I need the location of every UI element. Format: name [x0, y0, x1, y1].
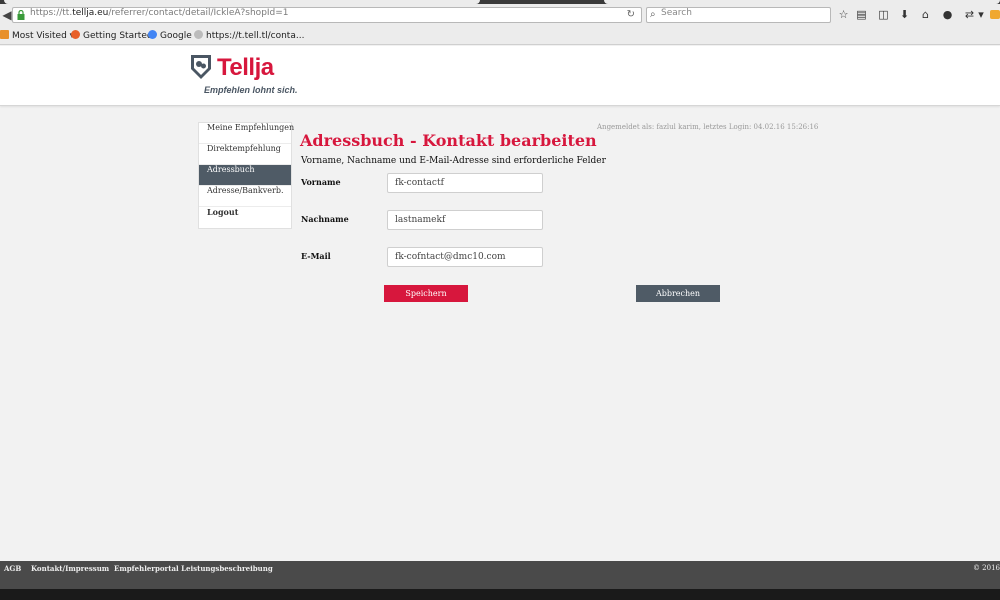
search-input[interactable]: ⌕ Search [646, 7, 831, 23]
sidebar-item-adresse-bankverb[interactable]: Adresse/Bankverb. [199, 186, 291, 207]
bookmark-tell-link[interactable]: https://t.tell.tl/conta... [194, 30, 304, 42]
site-header: Tellja Empfehlen lohnt sich. [0, 46, 1000, 106]
logo-tagline: Empfehlen lohnt sich. [204, 85, 298, 95]
sidebar-item-adressbuch[interactable]: Adressbuch [199, 165, 291, 186]
address-bar[interactable]: https://tt.tellja.eu/referrer/contact/de… [12, 7, 642, 23]
tab-strip [0, 0, 1000, 4]
firstname-field[interactable] [387, 173, 543, 193]
firefox-icon [71, 30, 80, 39]
lock-icon [17, 10, 25, 20]
search-placeholder: Search [661, 8, 692, 18]
site-footer: AGB Kontakt/Impressum Empfehlerportal Le… [0, 561, 1000, 589]
email-label: E-Mail [301, 251, 331, 261]
footer-link-kontakt[interactable]: Kontakt/Impressum [31, 564, 109, 573]
page-title: Adressbuch - Kontakt bearbeiten [300, 131, 597, 150]
download-icon[interactable]: ⬇ [898, 8, 911, 21]
sidebar-nav: Meine Empfehlungen Direktempfehlung Adre… [198, 122, 294, 229]
sidebar-item-logout[interactable]: Logout [199, 207, 291, 228]
firstname-label: Vorname [301, 177, 341, 187]
pocket-icon[interactable]: ◫ [877, 8, 890, 21]
cancel-button[interactable]: Abbrechen [636, 285, 720, 302]
copyright: © 2016 [972, 564, 1000, 572]
bookmark-label: Getting Started [83, 31, 153, 41]
star-icon [0, 30, 9, 39]
bookmark-label: https://t.tell.tl/conta... [206, 31, 305, 41]
reading-list-icon[interactable]: ▤ [855, 8, 868, 21]
sidebar-item-direktempfehlung[interactable]: Direktempfehlung [199, 144, 291, 165]
globe-icon [194, 30, 203, 39]
search-icon: ⌕ [650, 9, 656, 20]
bookmark-label: Google [160, 31, 192, 41]
chevron-down-icon[interactable]: ▾ [977, 8, 985, 21]
tellja-logo[interactable]: Tellja Empfehlen lohnt sich. [189, 54, 299, 98]
lastname-label: Nachname [301, 214, 349, 224]
google-icon [148, 30, 157, 39]
bookmark-google[interactable]: Google [148, 30, 192, 42]
url-text: https://tt.tellja.eu/referrer/contact/de… [30, 8, 289, 18]
bookmark-getting-started[interactable]: Getting Started [71, 30, 153, 42]
sidebar-item-meine-empfehlungen[interactable]: Meine Empfehlungen [199, 123, 294, 144]
feed-icon[interactable] [990, 10, 1000, 19]
lastname-field[interactable] [387, 210, 543, 230]
reload-icon[interactable]: ↻ [627, 8, 635, 22]
login-status: Angemeldet als: fazlul karim, letztes Lo… [597, 123, 819, 131]
bookmark-label: Most Visited [12, 31, 67, 41]
bookmarks-bar: Most Visited ▾ Getting Started Google ht… [0, 28, 1000, 44]
browser-chrome: ◀ https://tt.tellja.eu/referrer/contact/… [0, 0, 1000, 45]
window-bottom-bar [0, 589, 1000, 600]
email-field[interactable] [387, 247, 543, 267]
sync-icon[interactable]: ⇄ [963, 8, 976, 21]
logo-shield-icon [191, 55, 211, 79]
bookmark-star-icon[interactable]: ☆ [837, 8, 850, 21]
chat-icon[interactable]: ● [941, 8, 954, 21]
save-button[interactable]: Speichern [384, 285, 468, 302]
bookmark-most-visited[interactable]: Most Visited ▾ [0, 30, 74, 42]
footer-link-agb[interactable]: AGB [4, 564, 21, 573]
footer-link-leistungsbeschreibung[interactable]: Empfehlerportal Leistungsbeschreibung [114, 564, 273, 573]
logo-wordmark: Tellja [217, 54, 274, 81]
home-icon[interactable]: ⌂ [919, 8, 932, 21]
required-fields-note: Vorname, Nachname und E-Mail-Adresse sin… [301, 156, 606, 166]
